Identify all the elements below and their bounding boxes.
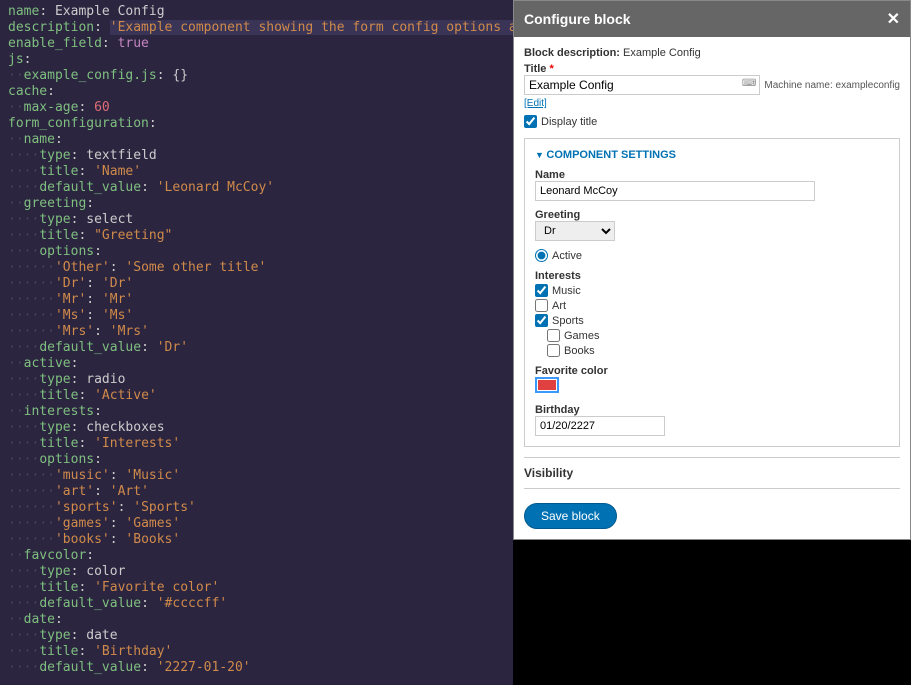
yaml-code-editor: name: Example Config description: 'Examp…: [0, 0, 513, 685]
close-icon[interactable]: ✕: [887, 9, 900, 29]
dialog-title: Configure block: [524, 11, 631, 27]
interest-art[interactable]: Art: [535, 299, 889, 312]
keyboard-icon: ⌨: [742, 78, 756, 89]
favcolor-label: Favorite color: [535, 365, 889, 377]
component-settings-panel: COMPONENT SETTINGS Name Greeting Dr Acti…: [524, 138, 900, 447]
birthday-label: Birthday: [535, 404, 889, 416]
configure-block-dialog: Configure block ✕ Block description: Exa…: [513, 0, 911, 540]
greeting-label: Greeting: [535, 209, 889, 221]
dialog-header: Configure block ✕: [514, 1, 910, 37]
display-title-checkbox[interactable]: Display title: [524, 115, 900, 128]
active-radio[interactable]: Active: [535, 249, 889, 262]
component-settings-toggle[interactable]: COMPONENT SETTINGS: [535, 149, 889, 161]
name-label: Name: [535, 169, 889, 181]
right-panel: Configure block ✕ Block description: Exa…: [513, 0, 911, 685]
interest-music[interactable]: Music: [535, 284, 889, 297]
interest-games[interactable]: Games: [547, 329, 889, 342]
title-input[interactable]: [524, 75, 760, 95]
name-input[interactable]: [535, 181, 815, 201]
edit-link[interactable]: [Edit]: [524, 98, 547, 109]
save-button[interactable]: Save block: [524, 503, 617, 529]
interest-sports[interactable]: Sports: [535, 314, 889, 327]
favcolor-input[interactable]: [535, 377, 559, 393]
interests-label: Interests: [535, 270, 889, 282]
birthday-input[interactable]: [535, 416, 665, 436]
machine-name: Machine name: exampleconfig: [764, 80, 900, 91]
greeting-select[interactable]: Dr: [535, 221, 615, 241]
visibility-section[interactable]: Visibility: [524, 457, 900, 489]
interest-books[interactable]: Books: [547, 344, 889, 357]
block-description: Block description: Example Config: [524, 47, 900, 59]
dialog-body: Block description: Example Config Title …: [514, 37, 910, 539]
title-label: Title *: [524, 63, 900, 75]
